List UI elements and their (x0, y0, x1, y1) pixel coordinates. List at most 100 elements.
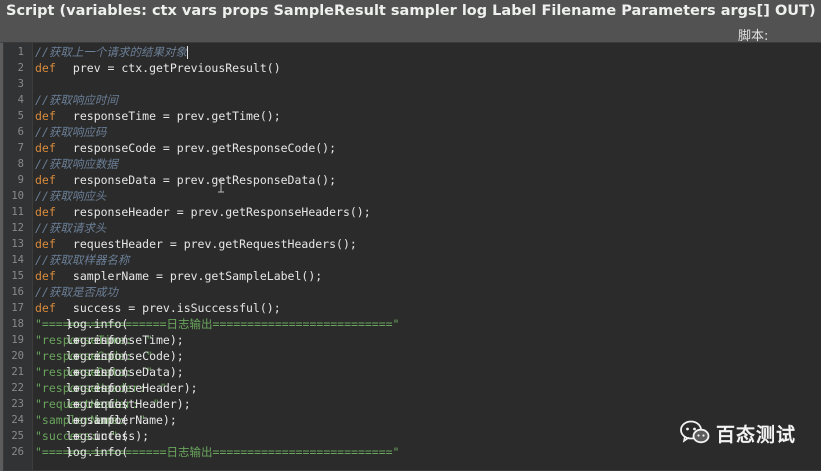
comment-token: //获取取样器名称 (35, 253, 130, 267)
code-line: 14 //获取取样器名称 (4, 252, 821, 268)
code-token: ) (66, 317, 73, 331)
code-line: 15 def samplerName = prev.getSampleLabel(… (4, 268, 821, 284)
code-text: log.info("responseHeader: " + responseHe… (35, 380, 198, 396)
code-text: log.info("success: " + success); (35, 428, 149, 444)
comment-token: //获取上一个请求的结果对象 (35, 45, 187, 59)
line-number: 20 (11, 350, 24, 362)
code-token: + responseTime); (66, 333, 184, 347)
script-panel-header: Script (variables: ctx vars props Sample… (0, 0, 821, 44)
line-number: 11 (11, 206, 24, 218)
code-token: success = prev.isSuccessful(); (66, 301, 281, 315)
line-number: 8 (17, 158, 24, 170)
line-number: 25 (11, 430, 24, 442)
code-line: 8 //获取响应数据 (4, 156, 821, 172)
code-line: 13 def requestHeader = prev.getRequestHea… (4, 236, 821, 252)
comment-token: //获取响应时间 (35, 93, 118, 107)
code-text: //获取取样器名称 (35, 252, 129, 268)
comment-token: //获取是否成功 (35, 285, 118, 299)
code-token: log.info( (66, 445, 129, 459)
code-text: //获取响应数据 (35, 156, 118, 172)
code-line: 16 //获取是否成功 (4, 284, 821, 300)
code-line: 2 def prev = ctx.getPreviousResult() (4, 60, 821, 76)
line-number: 21 (11, 366, 24, 378)
line-number: 3 (17, 78, 24, 90)
script-title: Script (variables: ctx vars props Sample… (6, 3, 816, 19)
code-text: //获取响应码 (35, 124, 106, 140)
code-line: 17 def success = prev.isSuccessful(); (4, 300, 821, 316)
line-number: 13 (11, 238, 24, 250)
line-number: 10 (11, 190, 24, 202)
code-token: + responseCode); (66, 349, 184, 363)
line-number: 16 (11, 286, 24, 298)
line-number: 2 (17, 62, 24, 74)
code-line: 9 def responseData = prev.getResponseData… (4, 172, 821, 188)
code-text: //获取响应时间 (35, 92, 118, 108)
line-number: 23 (11, 398, 24, 410)
comment-token: //获取响应数据 (35, 157, 118, 171)
comment-token: //获取请求头 (35, 221, 107, 235)
line-number: 24 (11, 414, 24, 426)
line-number: 5 (17, 110, 24, 122)
line-number: 17 (11, 302, 24, 314)
code-line: 20 log.info("responseCode: " + responseCo… (4, 348, 821, 364)
code-text: log.info("==================日志输出========… (35, 444, 399, 460)
code-token: prev = ctx.getPreviousResult() (66, 61, 281, 75)
keyword-token: def (35, 237, 56, 251)
code-line: 19 log.info("responseTime: " + responseTi… (4, 332, 821, 348)
line-number: 18 (11, 318, 24, 330)
code-text: log.info("responseTime: " + responseTime… (35, 332, 184, 348)
code-text: log.info("responseData: " + responseData… (35, 364, 184, 380)
keyword-token: def (35, 173, 56, 187)
watermark-text: 百态测试 (716, 423, 797, 446)
code-token: requestHeader = prev.getRequestHeaders()… (66, 237, 357, 251)
keyword-token: def (35, 109, 56, 123)
code-text: def success = prev.isSuccessful(); (35, 300, 281, 316)
caret (186, 46, 188, 59)
code-text: log.info("samplerName: " + samplerName); (35, 412, 177, 428)
code-text: def responseTime = prev.getTime(); (35, 108, 281, 124)
code-line: 7 def responseCode = prev.getResponseCode… (4, 140, 821, 156)
code-token: + samplerName); (66, 413, 177, 427)
line-number: 4 (17, 94, 24, 106)
code-line: 21 log.info("responseData: " + responseDa… (4, 364, 821, 380)
code-line: 18 log.info("==================日志输出======… (4, 316, 821, 332)
code-line: 3 (4, 76, 821, 92)
code-token: responseCode = prev.getResponseCode(); (66, 141, 337, 155)
line-number: 7 (17, 142, 24, 154)
code-line: 4 //获取响应时间 (4, 92, 821, 108)
code-line: 22 log.info("responseHeader: " + response… (4, 380, 821, 396)
script-editor[interactable]: 1 //获取上一个请求的结果对象 2 def prev = ctx.getPrevio… (3, 42, 821, 471)
code-text: //获取是否成功 (35, 284, 118, 300)
code-line: 12 //获取请求头 (4, 220, 821, 236)
code-text: log.info("==================日志输出========… (35, 316, 399, 332)
code-token: samplerName = prev.getSampleLabel(); (66, 269, 323, 283)
code-token: responseTime = prev.getTime(); (66, 109, 281, 123)
line-number: 14 (11, 254, 24, 266)
code-line: 11 def responseHeader = prev.getResponseH… (4, 204, 821, 220)
code-text: def responseCode = prev.getResponseCode(… (35, 140, 336, 156)
keyword-token: def (35, 61, 56, 75)
line-number: 19 (11, 334, 24, 346)
code-text: def samplerName = prev.getSampleLabel(); (35, 268, 322, 284)
keyword-token: def (35, 269, 56, 283)
code-token: + success); (66, 429, 150, 443)
code-text: log.info("requestHeader: " + requestHead… (35, 396, 191, 412)
code-text: def responseHeader = prev.getResponseHea… (35, 204, 371, 220)
code-token: + responseData); (66, 365, 184, 379)
code-line: 1 //获取上一个请求的结果对象 (4, 44, 821, 60)
line-number: 15 (11, 270, 24, 282)
code-text: //获取响应头 (35, 188, 106, 204)
code-text: log.info("responseCode: " + responseCode… (35, 348, 184, 364)
line-number: 12 (11, 222, 24, 234)
code-line: 23 log.info("requestHeader: " + requestHe… (4, 396, 821, 412)
line-number: 26 (11, 446, 24, 458)
code-token: responseHeader = prev.getResponseHeaders… (66, 205, 371, 219)
watermark: 百态测试 (680, 418, 796, 448)
line-number: 9 (17, 174, 24, 186)
code-line: 10 //获取响应头 (4, 188, 821, 204)
code-text: def prev = ctx.getPreviousResult() (35, 60, 281, 76)
line-number: 1 (17, 46, 24, 58)
code-token: responseData = prev.getResponseData(); (66, 173, 337, 187)
code-token: ) (66, 445, 73, 459)
keyword-token: def (35, 205, 56, 219)
